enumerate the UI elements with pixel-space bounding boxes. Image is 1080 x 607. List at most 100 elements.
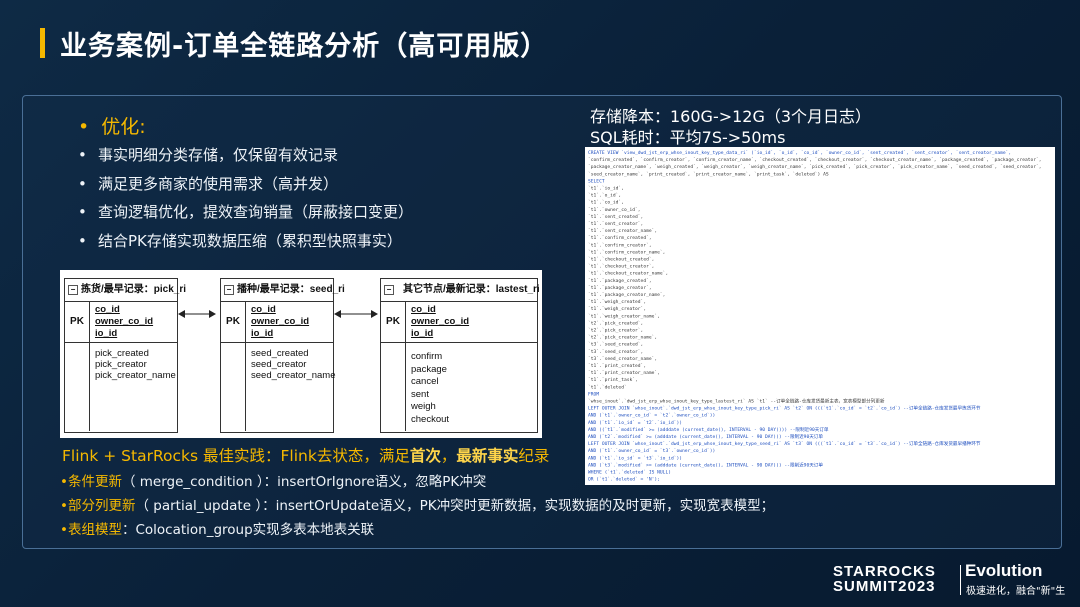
field: seed_created [251, 348, 309, 359]
code-line: `seed_creator_name`, `print_created`, `p… [588, 171, 829, 177]
list-item: • 事实明细分类存储，仅保留有效记录 [78, 144, 413, 173]
optimization-list: • 事实明细分类存储，仅保留有效记录 • 满足更多商家的使用需求（高并发） • 查询逻… [78, 144, 413, 258]
table-header: − 其它节点/最新记录：lastest_ri [381, 279, 540, 302]
flink-heading-text: ， [440, 447, 457, 465]
seed-table: − 播种/最早记录：seed_ri PK co_id owner_co_id io… [220, 278, 345, 433]
logo-line2: SUMMIT2023 [833, 578, 936, 595]
pk-field: io_id [95, 328, 118, 339]
code-line: `t1`.`o_id`, [588, 193, 621, 199]
summit-logo: STARROCKS SUMMIT2023 Evolution 极速进化，融合"新… [833, 561, 1065, 603]
pk-field: owner_co_id [411, 316, 470, 327]
code-line: AND (`t2`.`modified` >= (adddate (curren… [588, 433, 823, 440]
code-line: `t1`.`weigh_created`, [588, 299, 646, 305]
field-list: confirm package cancel sent weigh checko… [411, 351, 449, 426]
optimization-heading: • 优化: [78, 112, 146, 139]
performance-stats: 存储降本：160G->12G（3个月日志） SQL耗时：平均7S->50ms [590, 106, 871, 148]
bidirectional-arrow-icon [178, 310, 216, 318]
code-line: `t1`.`weigh_creator_name`, [588, 313, 660, 319]
sql-code-screenshot: CREATE VIEW `view_dwd_jst_erp_whse_inout… [585, 147, 1055, 485]
sql-code-svg: CREATE VIEW `view_dwd_jst_erp_whse_inout… [588, 150, 1042, 483]
pk-section: PK co_id owner_co_id io_id [221, 302, 333, 343]
bullet-dot: • [78, 203, 87, 221]
field: pick_creator [95, 359, 147, 370]
pk-section: PK co_id owner_co_id io_id [65, 302, 177, 343]
field: checkout [411, 413, 450, 425]
bullet-dot: • [78, 116, 90, 138]
collapse-icon: − [384, 285, 394, 295]
bullet-dot: • [78, 174, 87, 193]
slide-title: 业务案例-订单全链路分析（高可用版） [60, 31, 549, 62]
flink-heading-text: Flink + StarRocks 最佳实践：Flink去状态，满足 [62, 447, 410, 465]
code-line: `t1`.`deleted` [588, 384, 627, 390]
optimization-heading-text: 优化: [101, 116, 146, 138]
code-line: `t1`.`confirm_creator_name`, [588, 249, 665, 255]
field: confirm [411, 351, 443, 362]
list-item-text: 满足更多商家的使用需求（高并发） [98, 174, 339, 193]
table-header: − 播种/最早记录：seed_ri [221, 279, 345, 302]
list-item-text: 结合PK存储实现数据压缩（累积型快照事实） [98, 231, 402, 250]
code-line: `t2`.`pick_created`, [588, 320, 643, 326]
code-line: `t1`.`io_id`, [588, 186, 624, 192]
field-section: seed_created seed_creator seed_creator_n… [221, 343, 336, 431]
pk-label: PK [221, 302, 246, 342]
divider [405, 343, 406, 431]
field-list: pick_created pick_creator pick_creator_n… [95, 348, 176, 381]
code-line: AND (`t3`.`modified` >= (adddate (curren… [588, 461, 823, 468]
table-title: 拣货/最早记录：pick_ri [81, 284, 187, 295]
field: seed_creator [251, 359, 307, 370]
code-line: `t1`.`sent_creator`, [588, 221, 643, 227]
flink-heading-emphasis: 首次 [409, 447, 441, 465]
field-section: confirm package cancel sent weigh checko… [381, 343, 537, 431]
field: package [411, 363, 447, 375]
latest-table: − 其它节点/最新记录：lastest_ri PK co_id owner_co_… [380, 278, 540, 433]
table-title: 其它节点/最新记录：lastest_ri [403, 284, 540, 295]
list-item-text: 查询逻辑优化，提效查询销量（屏蔽接口变更） [98, 203, 414, 221]
table-title: 播种/最早记录：seed_ri [237, 284, 345, 295]
code-line: `t1`.`checkout_creator_name`, [588, 271, 668, 277]
field: pick_created [95, 348, 149, 359]
collapse-icon: − [224, 285, 234, 295]
code-line: `package_creator_name`, `weigh_created`,… [588, 164, 1042, 170]
table-model-diagram: − 拣货/最早记录：pick_ri PK co_id owner_co_id io… [60, 270, 542, 438]
code-line: `t1`.`weigh_creator`, [588, 306, 646, 312]
detail-key: •条件更新 [60, 474, 122, 490]
code-line: `t1`.`package_creator_name`, [588, 292, 665, 298]
table-header: − 拣货/最早记录：pick_ri [65, 279, 186, 302]
logo-divider [960, 565, 961, 595]
storage-stat: 存储降本：160G->12G（3个月日志） [590, 107, 872, 126]
code-line: LEFT OUTER JOIN `whse_inout`.`dwd_jst_er… [588, 440, 981, 447]
divider [245, 343, 246, 431]
logo-product: Evolution [965, 561, 1043, 580]
pk-field: io_id [251, 328, 274, 339]
pk-field: owner_co_id [95, 316, 154, 327]
list-item-text: 事实明细分类存储，仅保留有效记录 [98, 146, 339, 164]
list-item: • 查询逻辑优化，提效查询销量（屏蔽接口变更） [78, 201, 413, 230]
code-line: `t1`.`package_creator`, [588, 285, 652, 291]
bullet-dot: • [78, 231, 87, 250]
code-line: `t1`.`checkout_creator`, [588, 264, 654, 270]
pk-field: co_id [95, 304, 120, 315]
pk-section: PK co_id owner_co_id io_id [381, 302, 537, 343]
field: pick_creator_name [95, 370, 176, 381]
field-section: pick_created pick_creator pick_creator_n… [65, 343, 177, 431]
pk-fields: co_id owner_co_id io_id [251, 304, 309, 340]
code-line: AND (`t1`.`io_id` = `t2`.`io_id`)) [588, 420, 682, 426]
code-line: `confirm_created`, `confirm_creator`, `c… [588, 157, 1042, 163]
list-item: •条件更新（ merge_condition ）：insertOrIgnore语… [60, 472, 774, 496]
code-line: FROM [588, 391, 599, 397]
code-line: `t1`.`sent_creator_name`, [588, 228, 657, 234]
pick-table: − 拣货/最早记录：pick_ri PK co_id owner_co_id io… [64, 278, 186, 433]
detail-text: （ merge_condition ）：insertOrIgnore语义，忽略P… [121, 474, 487, 490]
code-line: AND (`t1`.`owner_co_id` = `t2`.`owner_co… [588, 413, 715, 419]
code-line: AND ((`t1`.`modified` >= (adddate (curre… [588, 426, 829, 433]
pk-fields: co_id owner_co_id io_id [95, 304, 153, 340]
code-line: `t1`.`confirm_created`, [588, 235, 652, 241]
code-line: `t1`.`owner_co_id`, [588, 207, 641, 213]
list-item: • 结合PK存储实现数据压缩（累积型快照事实） [78, 230, 413, 259]
code-line: CREATE VIEW `view_dwd_jst_erp_whse_inout… [588, 150, 1011, 156]
detail-key: •表组模型 [60, 522, 122, 538]
code-line: `t1`.`package_created`, [588, 278, 652, 284]
flink-heading-emphasis: 最新事实 [456, 447, 519, 465]
flink-detail-list: •条件更新（ merge_condition ）：insertOrIgnore语… [60, 472, 774, 544]
pk-label: PK [381, 302, 406, 342]
